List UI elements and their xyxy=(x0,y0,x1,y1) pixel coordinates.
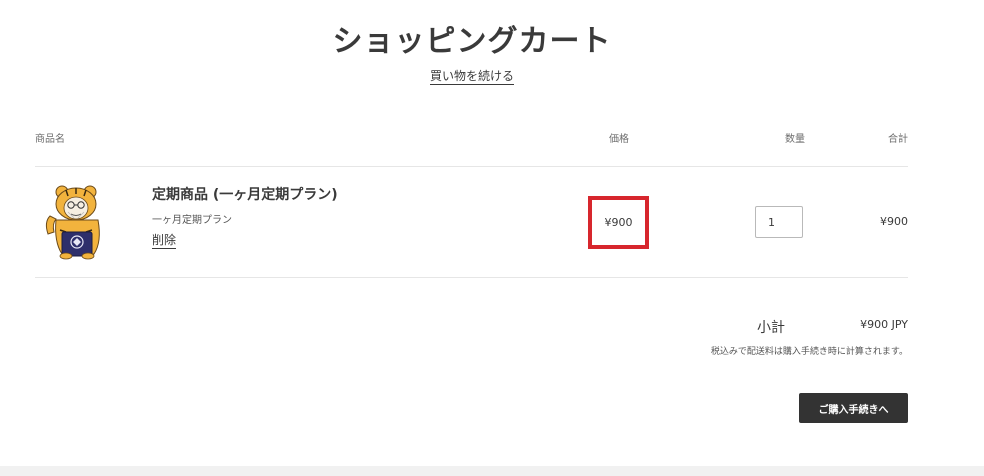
column-header-price: 価格 xyxy=(609,134,629,145)
continue-shopping-container: 買い物を続ける xyxy=(0,67,944,85)
item-price: ¥900 xyxy=(604,216,633,229)
table-divider-top xyxy=(35,166,908,167)
continue-shopping-link[interactable]: 買い物を続ける xyxy=(429,69,514,85)
checkout-button[interactable]: ご購入手続きへ xyxy=(799,393,908,423)
remove-item-link[interactable]: 削除 xyxy=(152,233,177,249)
footer-strip xyxy=(0,466,984,476)
column-header-product: 商品名 xyxy=(35,134,65,145)
quantity-input[interactable] xyxy=(755,206,803,238)
subtotal-value: ¥900 JPY xyxy=(860,318,908,331)
product-title-link[interactable]: 定期商品 (一ヶ月定期プラン) xyxy=(152,184,338,204)
table-divider-bottom xyxy=(35,277,908,278)
product-image-tiger-mascot[interactable] xyxy=(40,182,116,260)
column-header-total: 合計 xyxy=(888,134,908,145)
product-variant: 一ヶ月定期プラン xyxy=(152,215,232,226)
tax-shipping-note: 税込みで配送料は購入手続き時に計算されます。 xyxy=(710,347,908,357)
page-title: ショッピングカート xyxy=(332,24,612,59)
line-total: ¥900 xyxy=(880,215,908,228)
price-highlight-box: ¥900 xyxy=(588,196,649,249)
column-header-quantity: 数量 xyxy=(785,134,805,145)
subtotal-label: 小計 xyxy=(757,320,785,336)
